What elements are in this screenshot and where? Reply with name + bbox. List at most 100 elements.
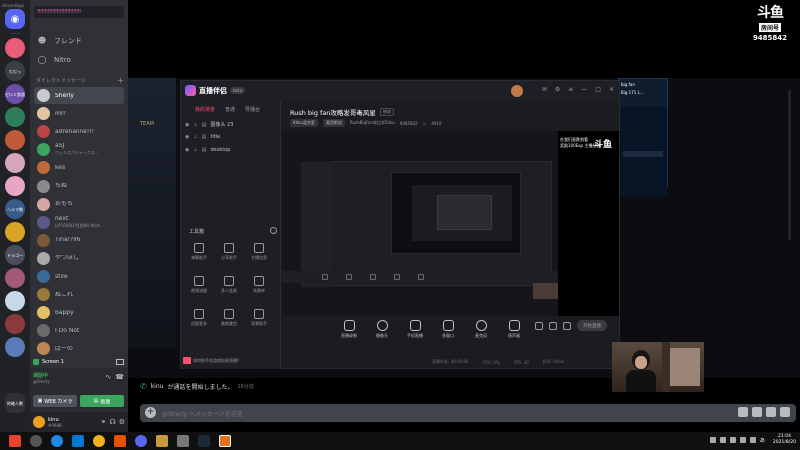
network-icon[interactable] <box>739 437 746 443</box>
files-icon[interactable] <box>114 435 126 447</box>
broadcast-control[interactable]: 麦克风 <box>470 318 492 339</box>
server-icon[interactable] <box>5 291 25 311</box>
tool-button[interactable]: 视频流量 <box>185 276 213 294</box>
scene-item[interactable]: ◉ ⊥ ▤ desktop <box>185 147 230 153</box>
scene-tab[interactable]: 普通 <box>225 106 235 113</box>
tool-button[interactable]: 美颜美型 <box>215 309 243 327</box>
broadcast-control[interactable]: 多窗口 <box>437 318 459 339</box>
volume-icon[interactable] <box>749 437 756 443</box>
server-icon[interactable] <box>5 38 25 58</box>
dm-item[interactable]: ぱーの <box>34 340 124 357</box>
discord-taskbar-icon[interactable] <box>135 435 147 447</box>
server-icon[interactable] <box>5 222 25 242</box>
popout-icon[interactable] <box>116 359 124 365</box>
emoji-icon[interactable] <box>780 407 790 417</box>
broadcast-control[interactable]: 扬声器 <box>503 318 525 339</box>
sticker-icon[interactable] <box>766 407 776 417</box>
broadcast-control[interactable]: 直播录制 <box>338 318 360 339</box>
minimize-icon[interactable]: — <box>581 86 587 93</box>
tool-button[interactable]: 主播信息 <box>245 243 273 261</box>
settings-icon[interactable]: ⚙ <box>555 86 560 93</box>
chat-user[interactable]: kinu <box>151 383 164 390</box>
streaming-app-window[interactable]: 直播伴侣 beta ✉ ⚙ ≡ — □ ✕ 我的场景 普通 导播台 ◉ ⊥ ▤ 图像头 2… <box>180 80 620 369</box>
tray-icon-1[interactable] <box>709 437 716 443</box>
dm-item[interactable]: やつほし <box>34 250 124 267</box>
server-icon[interactable]: ドラゴー <box>5 245 25 265</box>
scrollbar[interactable] <box>788 90 791 240</box>
start-live-button[interactable]: 开始直播 <box>577 320 607 331</box>
dm-item[interactable]: おもち <box>34 196 124 213</box>
server-icon[interactable] <box>5 153 25 173</box>
nav-friends[interactable]: ☻ フレンド <box>36 34 82 48</box>
windows-icon[interactable] <box>72 435 84 447</box>
broadcast-control[interactable]: 摄像头 <box>371 318 393 339</box>
layout-icon[interactable] <box>549 321 557 330</box>
scene-tab[interactable]: 导播台 <box>245 106 260 113</box>
add-dm-icon[interactable]: + <box>117 76 124 85</box>
ime-indicator[interactable]: あ <box>760 437 765 444</box>
webcam-button[interactable]: ▣ WEB カメラ <box>33 395 77 407</box>
tray-icon-3[interactable] <box>729 437 736 443</box>
eye-icon[interactable]: ◉ <box>185 147 189 153</box>
tool-button[interactable]: 弹幕助手 <box>185 243 213 261</box>
gif-icon[interactable] <box>752 407 762 417</box>
dm-item[interactable]: next LIP1000LP目指NA Mort... <box>34 214 124 231</box>
explorer-icon[interactable] <box>177 435 189 447</box>
server-icon[interactable] <box>5 314 25 334</box>
message-input[interactable]: + @Sherly へメッセージを送信 <box>140 404 796 422</box>
help-link[interactable]: 如何把手机游戏投屏直播? <box>183 357 239 364</box>
dm-item[interactable]: kes <box>34 159 124 176</box>
eye-icon[interactable]: ◉ <box>185 122 189 128</box>
server-icon[interactable]: ヘルマ勢 <box>5 199 25 219</box>
edit-title-button[interactable]: 修改 <box>379 108 394 116</box>
server-icon[interactable]: 的確人数 <box>5 393 25 413</box>
server-icon[interactable] <box>5 268 25 288</box>
server-icon[interactable] <box>5 130 25 150</box>
stream-preview[interactable]: 在我们直跌到看 奖励100Exp 主播经验 斗鱼 <box>282 131 619 316</box>
menu-icon[interactable]: ≡ <box>568 86 573 93</box>
screen-share-strip[interactable]: Screen 1 <box>30 356 128 368</box>
settings-small-icon[interactable] <box>563 321 571 330</box>
mic-icon[interactable]: ⚭ <box>101 418 107 426</box>
dm-search-input[interactable]: !!!!!!!!!!!!!!!!!!!!!!!!!!!!! <box>34 6 124 18</box>
dm-item[interactable]: bappy <box>34 304 124 321</box>
disconnect-icon[interactable]: ☎ <box>115 373 124 381</box>
scene-item[interactable]: ◉ ⊥ ▤ title <box>185 134 220 140</box>
attach-icon[interactable]: + <box>145 407 156 418</box>
chrome-icon[interactable] <box>93 435 105 447</box>
search-icon[interactable] <box>30 435 42 447</box>
record-icon[interactable] <box>535 321 543 330</box>
lock-icon[interactable]: ⊥ <box>193 147 197 153</box>
steam-icon[interactable] <box>198 435 210 447</box>
start-icon[interactable] <box>9 435 21 447</box>
server-icon[interactable] <box>5 176 25 196</box>
dm-item[interactable]: ちぬ <box>34 178 124 195</box>
dm-item[interactable]: Sherly <box>34 87 124 104</box>
tool-button[interactable]: 场景库 <box>245 276 273 294</box>
maximize-icon[interactable]: □ <box>595 86 601 93</box>
close-icon[interactable]: ✕ <box>609 86 614 93</box>
user-avatar[interactable] <box>33 416 45 428</box>
headphones-icon[interactable]: ☊ <box>110 418 116 426</box>
dm-item[interactable]: mrr <box>34 105 124 122</box>
dm-item[interactable]: Tina!?ll6 <box>34 232 124 249</box>
scene-tab[interactable]: 我的场景 <box>195 106 215 113</box>
gift-icon[interactable] <box>738 407 748 417</box>
message-icon[interactable]: ✉ <box>542 86 547 93</box>
discord-home-button[interactable]: ◉ <box>5 9 25 29</box>
tool-button[interactable]: 旧版更多 <box>185 309 213 327</box>
server-icon[interactable]: むむっ <box>5 61 25 81</box>
scene-item[interactable]: ◉ ⊥ ▤ 图像头 23 <box>185 121 233 129</box>
gear-icon[interactable]: ⚙ <box>119 418 125 426</box>
server-icon[interactable]: ゼロミ鉄道 <box>5 84 25 104</box>
tool-button[interactable]: 背景助手 <box>245 309 273 327</box>
edge-icon[interactable] <box>51 435 63 447</box>
lol-icon[interactable] <box>156 435 168 447</box>
lock-icon[interactable]: ⊥ <box>193 122 197 128</box>
clock[interactable]: 21:04 2021/8/20 <box>773 434 796 446</box>
dm-item[interactable]: aSJ ウェルスパジャックス... <box>34 141 124 158</box>
app-avatar[interactable] <box>511 85 523 97</box>
tool-button[interactable]: 多人连麦 <box>215 276 243 294</box>
dm-item[interactable]: ぬこれ <box>34 286 124 303</box>
tray-icon-2[interactable] <box>719 437 726 443</box>
